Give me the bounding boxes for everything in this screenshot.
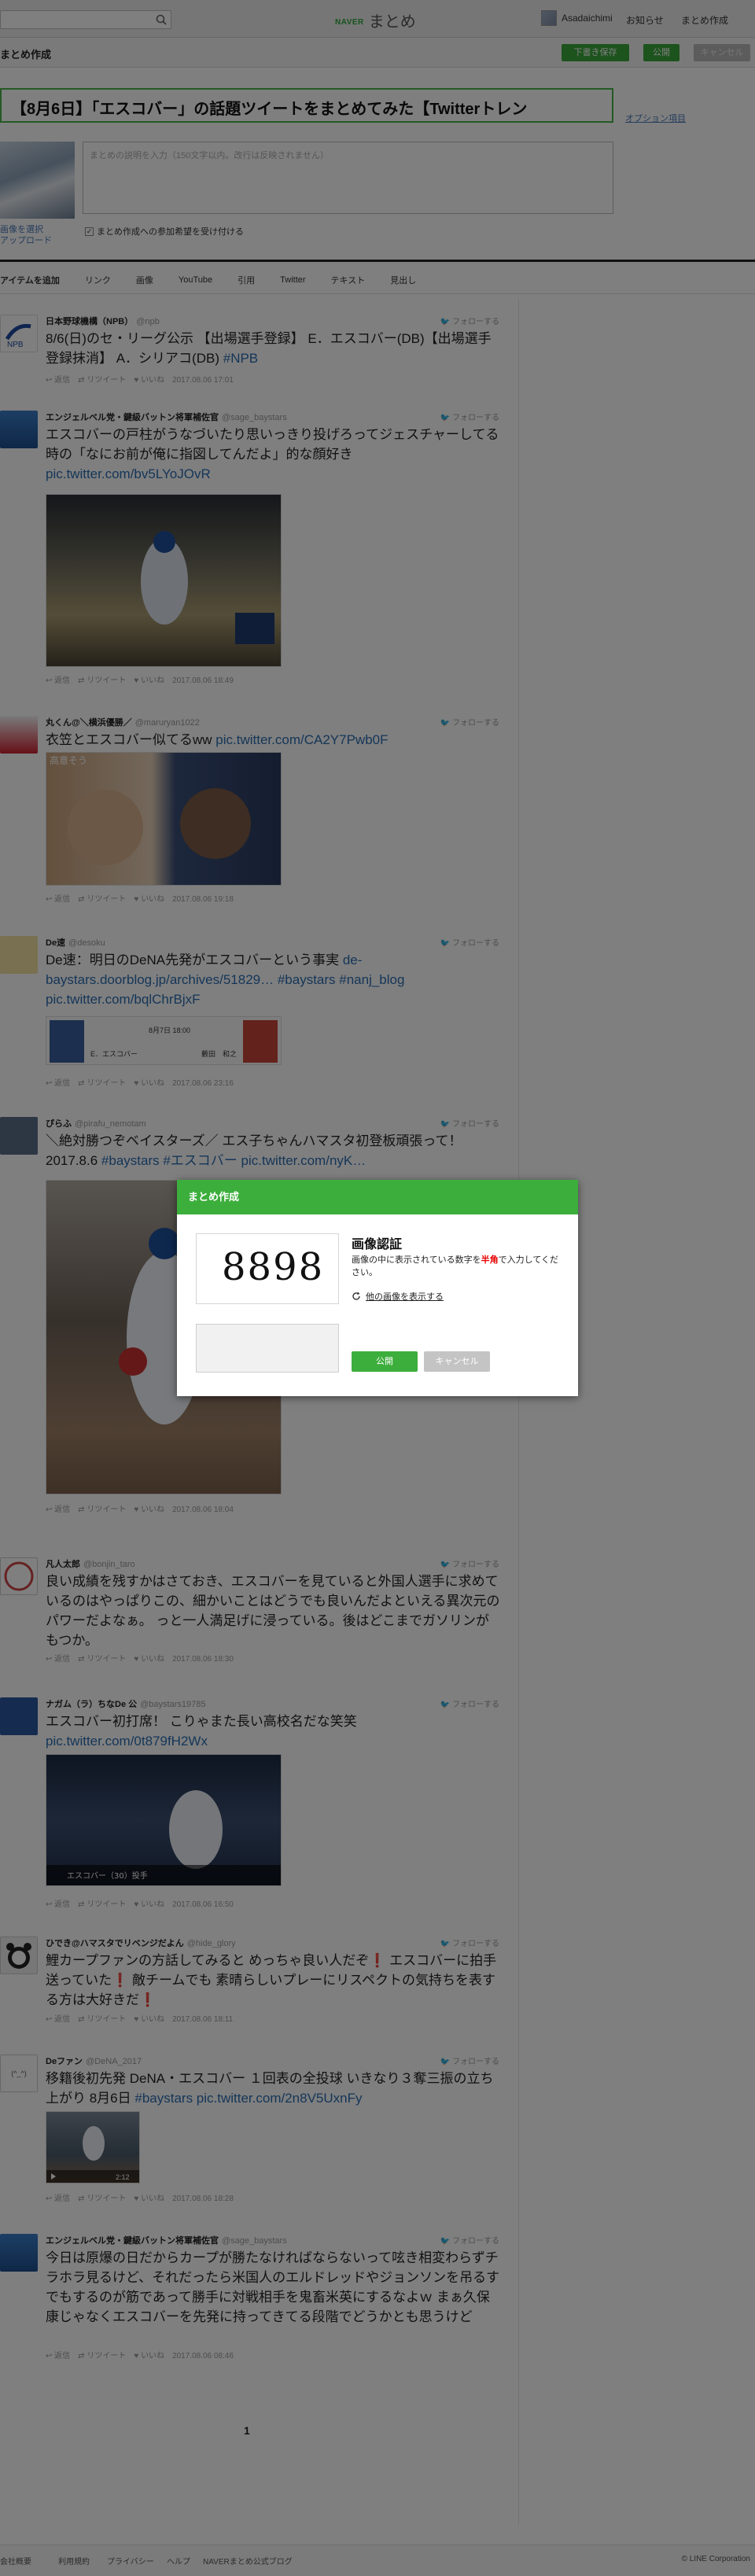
dialog-header: まとめ作成 (177, 1180, 578, 1214)
dialog-title: 画像認証 (352, 1238, 403, 1251)
dialog-publish-button[interactable]: 公開 (352, 1351, 418, 1372)
dialog-cancel-button[interactable]: キャンセル (424, 1351, 490, 1372)
refresh-icon (352, 1292, 360, 1300)
captcha-input[interactable] (196, 1324, 339, 1373)
refresh-captcha-link[interactable]: 他の画像を表示する (352, 1290, 444, 1303)
captcha-digits: 8898 (222, 1245, 325, 1289)
captcha-dialog: まとめ作成 8898 画像認証 画像の中に表示されている数字を半角で入力してくだ… (177, 1180, 578, 1396)
dialog-description: 画像の中に表示されている数字を半角で入力してください。 (352, 1255, 559, 1277)
captcha-image: 8898 (196, 1233, 339, 1304)
